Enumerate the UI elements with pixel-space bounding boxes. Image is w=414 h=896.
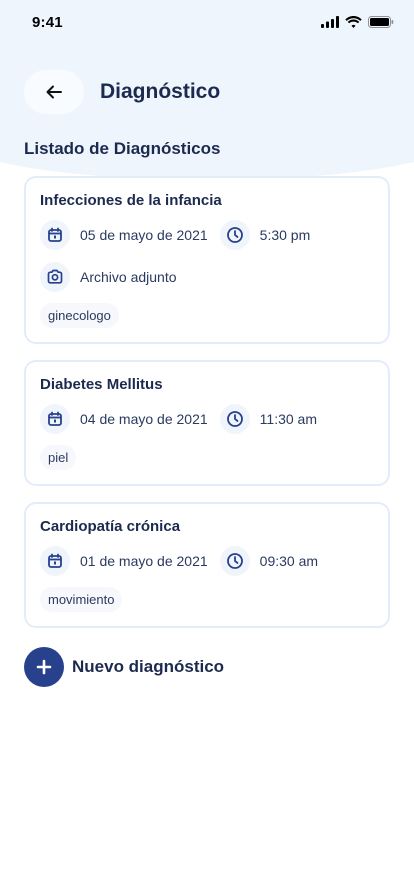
battery-icon [368,16,394,28]
diagnosis-time: 5:30 pm [259,227,311,243]
specialty-tag: ginecologo [40,303,119,328]
status-time: 9:41 [32,13,63,31]
status-icons [321,16,394,28]
arrow-left-icon [46,85,62,99]
page-title: Diagnóstico [100,80,221,103]
status-bar: 9:41 [0,0,414,44]
diagnosis-card[interactable]: Diabetes Mellitus 04 de mayo de 2021 11:… [24,360,390,486]
clock-icon [219,546,250,576]
signal-icon [321,16,339,28]
clock-icon [219,404,250,434]
section-title: Listado de Diagnósticos [24,139,221,158]
plus-icon [24,647,64,687]
diagnosis-time: 09:30 am [259,553,319,569]
screen: 9:41 Diagnóstico Listado de Diagnósticos… [0,0,414,896]
diagnosis-title: Cardiopatía crónica [40,518,181,535]
specialty-tag: movimiento [40,587,123,612]
new-diagnosis-button[interactable]: Nuevo diagnóstico [24,647,224,687]
specialty-tag: piel [40,445,77,470]
top-nav: Diagnóstico [24,70,220,114]
clock-icon [219,220,250,250]
attachment-label: Archivo adjunto [80,269,177,285]
diagnosis-date: 04 de mayo de 2021 [80,411,208,427]
wifi-icon [345,16,362,28]
diagnosis-card[interactable]: Infecciones de la infancia 05 de mayo de… [24,176,390,344]
back-button[interactable] [24,70,84,114]
diagnosis-date: 01 de mayo de 2021 [80,553,208,569]
diagnosis-title: Diabetes Mellitus [40,376,163,393]
diagnosis-datetime: 01 de mayo de 2021 09:30 am [40,545,374,577]
camera-icon [40,262,70,292]
attachment-row[interactable]: Archivo adjunto [40,261,374,293]
diagnosis-date: 05 de mayo de 2021 [80,227,208,243]
diagnosis-list: Infecciones de la infancia 05 de mayo de… [24,176,390,644]
calendar-icon [40,404,70,434]
diagnosis-time: 11:30 am [259,411,317,427]
diagnosis-datetime: 05 de mayo de 2021 5:30 pm [40,219,374,251]
diagnosis-card[interactable]: Cardiopatía crónica 01 de mayo de 2021 0… [24,502,390,628]
new-diagnosis-label: Nuevo diagnóstico [72,657,225,676]
calendar-icon [40,220,70,250]
diagnosis-title: Infecciones de la infancia [40,192,222,209]
diagnosis-datetime: 04 de mayo de 2021 11:30 am [40,403,374,435]
calendar-icon [40,546,70,576]
